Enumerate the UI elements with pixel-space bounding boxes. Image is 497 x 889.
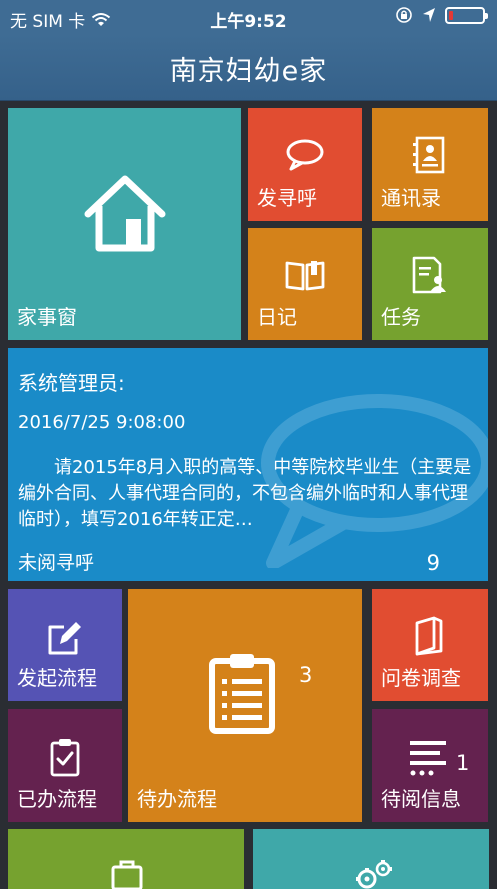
gears-icon: [356, 860, 392, 889]
tile-faxunhu[interactable]: 发寻呼: [248, 108, 362, 221]
daiban-count-badge: 3: [299, 663, 313, 687]
speech-bubble-icon: [286, 139, 324, 171]
tile-yiban-label: 已办流程: [17, 787, 97, 811]
daiyue-count-badge: 1: [456, 751, 470, 775]
tile-bottom-left[interactable]: [8, 829, 244, 889]
unread-label: 未阅寻呼: [18, 552, 95, 574]
house-icon: [84, 175, 166, 252]
tile-daiyue[interactable]: 1 待阅信息: [372, 709, 488, 822]
list-lines-icon: [410, 741, 446, 776]
tile-riji[interactable]: 日记: [248, 228, 362, 340]
nav-header: 南京妇幼e家: [0, 34, 497, 101]
message-sender: 系统管理员:: [18, 371, 125, 395]
tile-jiashi-label: 家事窗: [17, 305, 77, 329]
status-right: [395, 6, 488, 24]
tile-wenjuan[interactable]: 问卷调查: [372, 589, 488, 701]
status-bar: 无 SIM 卡 上午9:52: [0, 0, 497, 34]
message-body: 请2015年8月入职的高等、中等院校毕业生（主要是编外合同、人事代理合同的，不包…: [18, 457, 472, 530]
unread-count: 9: [426, 551, 440, 575]
tile-daiyue-label: 待阅信息: [381, 787, 461, 811]
location-arrow-icon: [423, 8, 435, 22]
tile-yiban[interactable]: 已办流程: [8, 709, 122, 822]
tile-faqi[interactable]: 发起流程: [8, 589, 122, 701]
edit-icon: [48, 622, 81, 655]
page-title: 南京妇幼e家: [169, 56, 328, 87]
tile-daiban-label: 待办流程: [137, 787, 217, 811]
tile-tongxun[interactable]: 通讯录: [372, 108, 488, 221]
tile-faxunhu-label: 发寻呼: [257, 186, 317, 210]
open-book-icon: [285, 261, 325, 291]
clipboard-check-icon: [50, 739, 80, 777]
briefcase-icon: [111, 860, 143, 889]
tile-riji-label: 日记: [257, 305, 297, 329]
tile-daiban[interactable]: 3 待办流程: [128, 589, 362, 822]
survey-book-icon: [415, 616, 443, 656]
task-document-icon: [412, 256, 446, 294]
tile-wenjuan-label: 问卷调查: [381, 666, 461, 690]
tile-renwu-label: 任务: [381, 305, 421, 329]
battery-icon: [445, 6, 488, 24]
contact-book-icon: [413, 136, 445, 174]
message-time: 2016/7/25 9:08:00: [18, 412, 186, 433]
tile-faqi-label: 发起流程: [17, 666, 97, 690]
tile-jiashi[interactable]: 家事窗: [8, 108, 241, 340]
tile-bottom-right[interactable]: [253, 829, 489, 889]
tile-renwu[interactable]: 任务: [372, 228, 488, 340]
clipboard-list-icon: [209, 654, 275, 734]
tile-tongxun-label: 通讯录: [381, 186, 441, 210]
message-panel[interactable]: 系统管理员: 2016/7/25 9:08:00 请2015年8月入职的高等、中…: [8, 348, 488, 581]
rotation-lock-icon: [396, 7, 412, 23]
